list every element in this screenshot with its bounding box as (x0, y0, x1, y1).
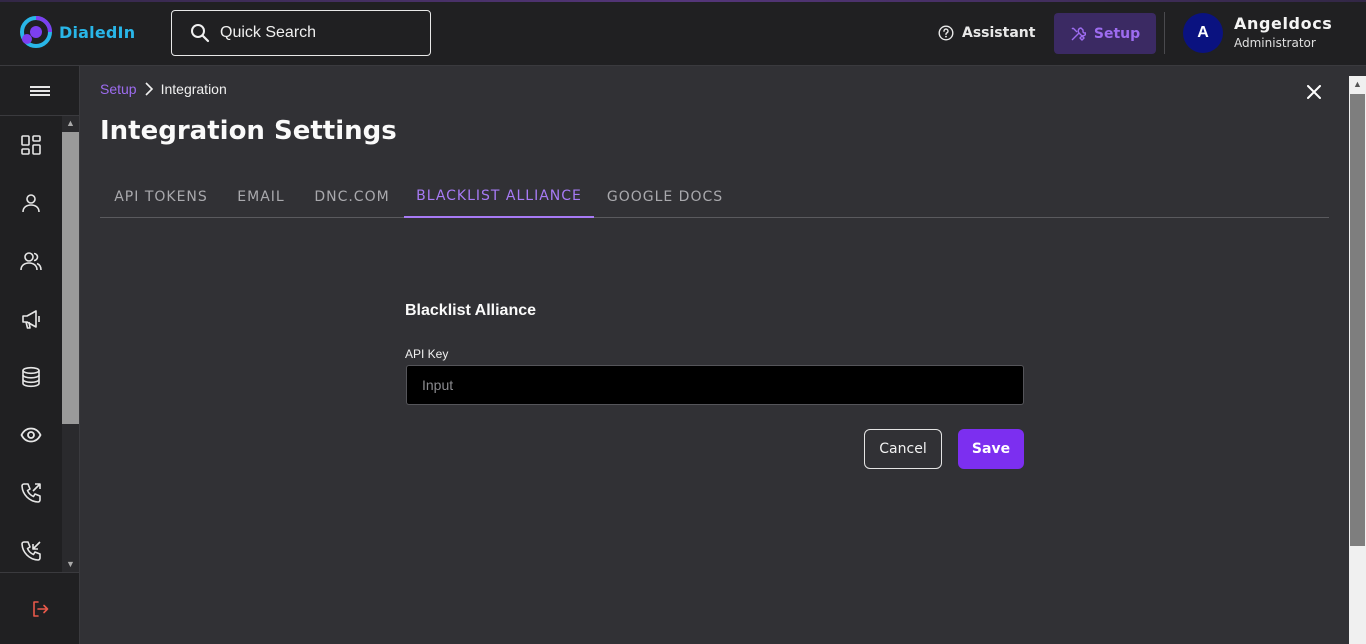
users-icon (20, 252, 42, 271)
breadcrumb-setup-link[interactable]: Setup (100, 81, 137, 97)
main-scrollbar-thumb[interactable] (1350, 94, 1365, 546)
hamburger-icon (29, 84, 50, 98)
user-icon (22, 194, 40, 213)
sidebar-item-users[interactable] (0, 232, 62, 290)
menu-toggle-button[interactable] (0, 66, 79, 116)
megaphone-icon (22, 310, 40, 329)
close-button[interactable] (1304, 82, 1324, 102)
tab-dnc-com[interactable]: DNC.COM (300, 176, 404, 218)
main-content: Setup Integration Integration Settings A… (80, 66, 1349, 644)
eye-icon (20, 427, 42, 443)
sidebar: ▲ ▼ (0, 66, 80, 644)
incoming-call-icon (21, 541, 41, 561)
sidebar-scrollbar[interactable]: ▲ ▼ (62, 116, 79, 572)
api-key-label: API Key (405, 347, 449, 361)
logout-button[interactable] (0, 572, 79, 644)
sidebar-item-database[interactable] (0, 348, 62, 406)
breadcrumb-current: Integration (160, 81, 227, 97)
chevron-right-icon (145, 82, 153, 96)
dashboard-icon (21, 135, 41, 155)
sidebar-scrollbar-thumb[interactable] (62, 132, 79, 424)
scroll-up-arrow-icon[interactable]: ▲ (1352, 79, 1363, 90)
save-button[interactable]: Save (958, 429, 1024, 469)
tab-blacklist-alliance[interactable]: BLACKLIST ALLIANCE (404, 176, 594, 218)
logout-icon (32, 600, 48, 617)
app-logo[interactable]: DialedIn (19, 15, 135, 49)
database-icon (22, 366, 40, 388)
scroll-up-arrow-icon[interactable]: ▲ (65, 118, 76, 129)
tab-google-docs[interactable]: GOOGLE DOCS (594, 176, 736, 218)
avatar[interactable]: A (1183, 13, 1223, 53)
sidebar-item-campaigns[interactable] (0, 290, 62, 348)
sidebar-nav (0, 116, 62, 572)
logo-icon (20, 16, 52, 48)
scroll-down-arrow-icon[interactable]: ▼ (65, 559, 76, 570)
form-title: Blacklist Alliance (405, 302, 537, 319)
breadcrumb: Setup Integration (100, 81, 227, 97)
top-bar: DialedIn Quick Search Assistant Setup A … (0, 0, 1366, 66)
header-divider (1164, 12, 1165, 54)
setup-label: Setup (1093, 25, 1141, 42)
sidebar-item-outgoing-calls[interactable] (0, 464, 62, 522)
user-role: Administrator (1234, 36, 1316, 50)
quick-search[interactable]: Quick Search (171, 10, 431, 56)
tools-icon (1071, 26, 1086, 41)
integration-tabs: API TOKENS EMAIL DNC.COM BLACKLIST ALLIA… (100, 176, 1329, 218)
sidebar-item-monitor[interactable] (0, 406, 62, 464)
close-icon (1307, 85, 1321, 99)
sidebar-item-user[interactable] (0, 174, 62, 232)
tab-email[interactable]: EMAIL (222, 176, 300, 218)
tab-api-tokens[interactable]: API TOKENS (100, 176, 222, 218)
setup-button[interactable]: Setup (1054, 13, 1156, 54)
main-scrollbar[interactable]: ▲ (1349, 76, 1366, 644)
help-circle-icon (938, 25, 954, 41)
search-label: Quick Search (220, 24, 317, 41)
logo-text: DialedIn (59, 22, 136, 42)
search-icon (191, 24, 210, 43)
api-key-input[interactable] (406, 365, 1024, 405)
page-title: Integration Settings (100, 116, 397, 146)
cancel-button[interactable]: Cancel (864, 429, 942, 469)
assistant-label: Assistant (962, 25, 1036, 41)
user-name[interactable]: Angeldocs (1234, 14, 1332, 33)
outgoing-call-icon (21, 483, 41, 503)
assistant-button[interactable]: Assistant (938, 20, 1035, 46)
sidebar-item-dashboard[interactable] (0, 116, 62, 174)
